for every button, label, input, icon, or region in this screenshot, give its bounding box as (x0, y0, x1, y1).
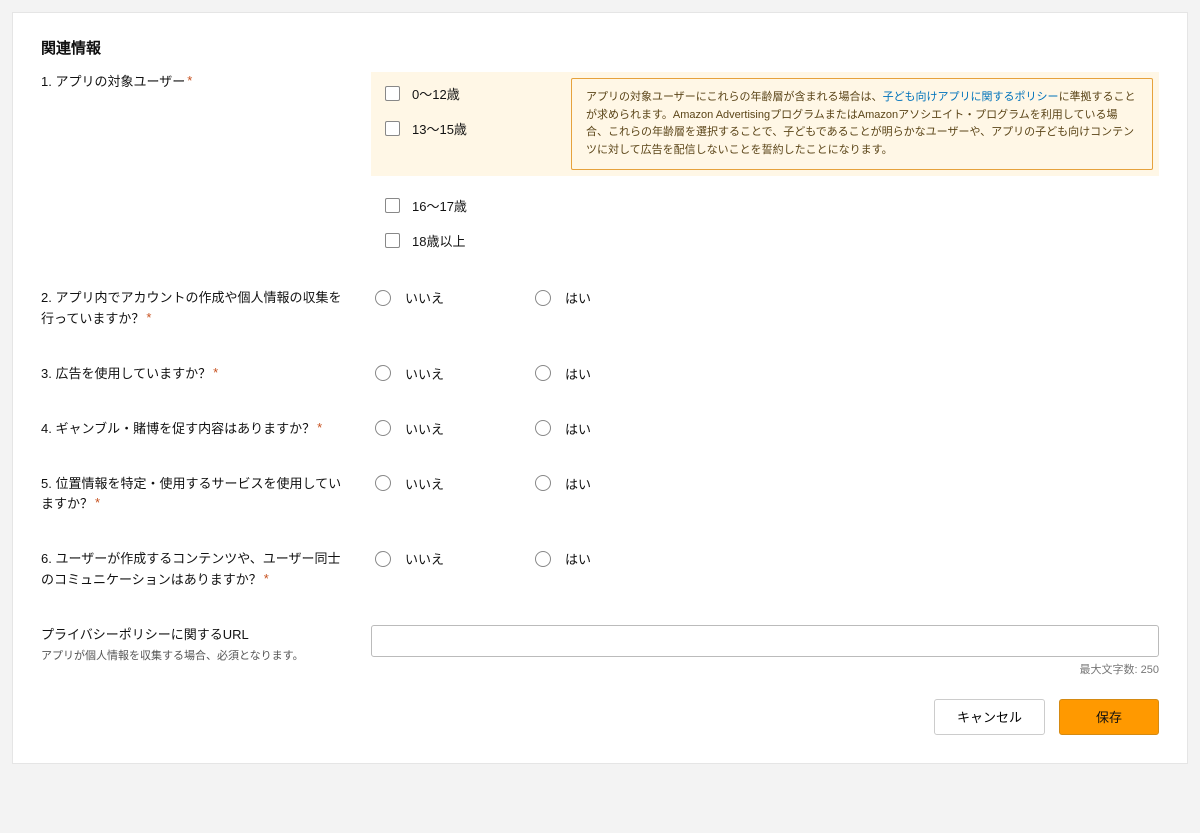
radio-q5-yes[interactable] (535, 475, 551, 491)
q3-label: 3. 広告を使用していますか？* (41, 364, 371, 385)
q1-row: 1. アプリの対象ユーザー* 0〜12歳 13〜15歳 (41, 72, 1159, 254)
required-asterisk: * (95, 495, 100, 510)
radio-label: いいえ (405, 419, 444, 438)
radio-label: いいえ (405, 288, 444, 307)
privacy-url-input[interactable] (371, 625, 1159, 657)
q4-label-text: 4. ギャンブル・賭博を促す内容はありますか？ (41, 421, 315, 436)
kids-policy-link[interactable]: 子ども向けアプリに関するポリシー (883, 91, 1059, 103)
radio-label: はい (565, 549, 591, 568)
checkbox-age-16-17[interactable] (385, 198, 400, 213)
checkbox-age-13-15[interactable] (385, 121, 400, 136)
radio-q3-yes[interactable] (535, 365, 551, 381)
radio-q6-yes[interactable] (535, 551, 551, 567)
radio-label: はい (565, 288, 591, 307)
q5-no-option: いいえ (375, 474, 445, 493)
age-option-16-17: 16〜17歳 (385, 196, 1145, 215)
privacy-url-label: プライバシーポリシーに関するURL (41, 625, 351, 646)
required-asterisk: * (187, 73, 192, 88)
radio-q4-yes[interactable] (535, 420, 551, 436)
required-asterisk: * (317, 420, 322, 435)
radio-q2-no[interactable] (375, 290, 391, 306)
radio-label: いいえ (405, 364, 444, 383)
q4-no-option: いいえ (375, 419, 445, 438)
q3-label-text: 3. 広告を使用していますか？ (41, 366, 211, 381)
checkbox-label: 0〜12歳 (412, 84, 460, 103)
q2-row: 2. アプリ内でアカウントの作成や個人情報の収集を行っていますか？* いいえ は… (41, 288, 1159, 330)
radio-label: はい (565, 419, 591, 438)
required-asterisk: * (146, 310, 151, 325)
radio-q5-no[interactable] (375, 475, 391, 491)
q1-input-area: 0〜12歳 13〜15歳 アプリの対象ユーザーにこれらの年齢層が含まれる場合は、… (371, 72, 1159, 254)
q5-yes-option: はい (535, 474, 605, 493)
q6-label-text: 6. ユーザーが作成するコンテンツや、ユーザー同士のコミュニケーションはあります… (41, 551, 341, 587)
kids-policy-notice: アプリの対象ユーザーにこれらの年齢層が含まれる場合は、子ども向けアプリに関するポ… (571, 78, 1153, 170)
radio-q4-no[interactable] (375, 420, 391, 436)
q2-no-option: いいえ (375, 288, 445, 307)
q6-label: 6. ユーザーが作成するコンテンツや、ユーザー同士のコミュニケーションはあります… (41, 549, 371, 591)
radio-q6-no[interactable] (375, 551, 391, 567)
radio-label: いいえ (405, 474, 444, 493)
radio-q3-no[interactable] (375, 365, 391, 381)
privacy-url-row: プライバシーポリシーに関するURL アプリが個人情報を収集する場合、必須となりま… (41, 625, 1159, 677)
q2-yes-option: はい (535, 288, 605, 307)
q3-yes-option: はい (535, 364, 605, 383)
checkbox-label: 16〜17歳 (412, 196, 467, 215)
save-button[interactable]: 保存 (1059, 699, 1159, 735)
radio-label: はい (565, 474, 591, 493)
q5-label: 5. 位置情報を特定・使用するサービスを使用していますか？* (41, 474, 371, 516)
form-card: 関連情報 1. アプリの対象ユーザー* 0〜12歳 13〜15歳 (12, 12, 1188, 764)
age-option-18-plus: 18歳以上 (385, 231, 1145, 250)
q5-row: 5. 位置情報を特定・使用するサービスを使用していますか？* いいえ はい (41, 474, 1159, 516)
required-asterisk: * (264, 571, 269, 586)
button-row: キャンセル 保存 (41, 699, 1159, 735)
q4-label: 4. ギャンブル・賭博を促す内容はありますか？* (41, 419, 371, 440)
notice-text-pre: アプリの対象ユーザーにこれらの年齢層が含まれる場合は、 (586, 91, 883, 103)
q3-no-option: いいえ (375, 364, 445, 383)
checkbox-age-18-plus[interactable] (385, 233, 400, 248)
q6-row: 6. ユーザーが作成するコンテンツや、ユーザー同士のコミュニケーションはあります… (41, 549, 1159, 591)
q4-row: 4. ギャンブル・賭博を促す内容はありますか？* いいえ はい (41, 419, 1159, 440)
age-option-0-12: 0〜12歳 (385, 84, 557, 103)
q6-yes-option: はい (535, 549, 605, 568)
section-title: 関連情報 (41, 37, 1159, 58)
checkbox-age-0-12[interactable] (385, 86, 400, 101)
privacy-url-sub: アプリが個人情報を収集する場合、必須となります。 (41, 648, 351, 665)
radio-q2-yes[interactable] (535, 290, 551, 306)
cancel-button[interactable]: キャンセル (934, 699, 1045, 735)
q4-yes-option: はい (535, 419, 605, 438)
age-option-13-15: 13〜15歳 (385, 119, 557, 138)
q1-label-text: 1. アプリの対象ユーザー (41, 74, 185, 89)
q6-no-option: いいえ (375, 549, 445, 568)
required-asterisk: * (213, 365, 218, 380)
q5-label-text: 5. 位置情報を特定・使用するサービスを使用していますか？ (41, 476, 341, 512)
q3-row: 3. 広告を使用していますか？* いいえ はい (41, 364, 1159, 385)
radio-label: はい (565, 364, 591, 383)
q2-label: 2. アプリ内でアカウントの作成や個人情報の収集を行っていますか？* (41, 288, 371, 330)
radio-label: いいえ (405, 549, 444, 568)
checkbox-label: 18歳以上 (412, 231, 465, 250)
privacy-url-label-col: プライバシーポリシーに関するURL アプリが個人情報を収集する場合、必須となりま… (41, 625, 371, 664)
q1-label: 1. アプリの対象ユーザー* (41, 72, 371, 93)
checkbox-label: 13〜15歳 (412, 119, 467, 138)
q2-label-text: 2. アプリ内でアカウントの作成や個人情報の収集を行っていますか？ (41, 290, 341, 326)
q1-notice-zone: 0〜12歳 13〜15歳 アプリの対象ユーザーにこれらの年齢層が含まれる場合は、… (371, 72, 1159, 176)
max-length-hint: 最大文字数: 250 (371, 661, 1159, 677)
